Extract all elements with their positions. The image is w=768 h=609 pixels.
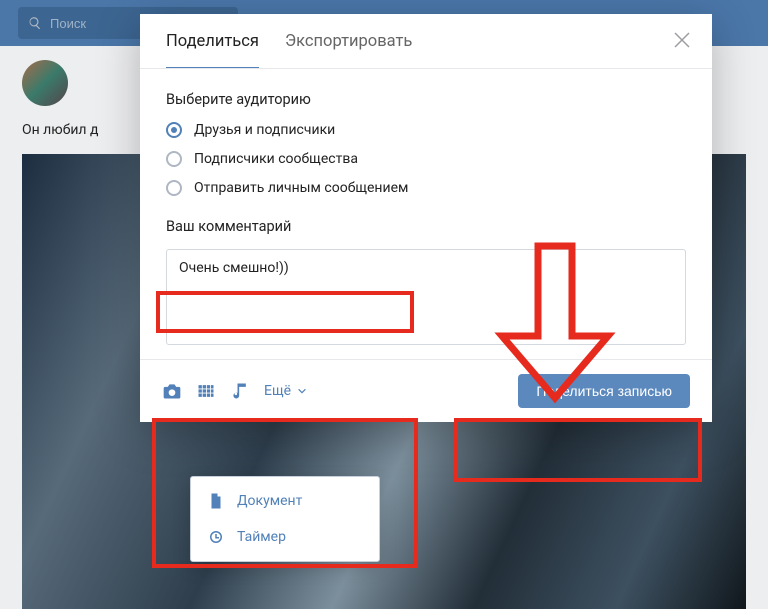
modal-header: Поделиться Экспортировать [140, 14, 712, 69]
dropdown-timer[interactable]: Таймер [191, 519, 379, 555]
tab-export[interactable]: Экспортировать [285, 32, 412, 69]
camera-icon[interactable] [162, 381, 182, 401]
dropdown-item-label: Документ [237, 493, 302, 509]
share-button[interactable]: Поделиться записью [518, 374, 690, 408]
radio-icon [166, 180, 182, 196]
attach-dropdown: Документ Таймер [190, 476, 380, 562]
chevron-down-icon [297, 386, 307, 396]
radio-friends[interactable]: Друзья и подписчики [166, 122, 686, 138]
search-icon [28, 16, 42, 30]
close-icon [674, 32, 690, 48]
radio-label: Подписчики сообщества [194, 151, 358, 167]
radio-label: Друзья и подписчики [194, 122, 335, 138]
radio-community[interactable]: Подписчики сообщества [166, 151, 686, 167]
music-icon[interactable] [230, 381, 250, 401]
dropdown-document[interactable]: Документ [191, 483, 379, 519]
comment-title: Ваш комментарий [166, 218, 686, 235]
video-icon[interactable] [196, 381, 216, 401]
attach-more[interactable]: Ещё [264, 383, 307, 399]
close-button[interactable] [674, 32, 690, 48]
radio-label: Отправить личным сообщением [194, 180, 408, 196]
attach-more-label: Ещё [264, 383, 291, 399]
document-icon [207, 492, 225, 510]
comment-textarea[interactable] [166, 249, 686, 345]
modal-footer: Ещё Поделиться записью [140, 359, 712, 422]
share-modal: Поделиться Экспортировать Выберите аудит… [140, 14, 712, 422]
radio-icon [166, 122, 182, 138]
audience-title: Выберите аудиторию [166, 91, 686, 108]
attach-row: Ещё [162, 381, 307, 401]
avatar [22, 60, 68, 106]
audience-radios: Друзья и подписчики Подписчики сообществ… [166, 122, 686, 196]
tab-share[interactable]: Поделиться [166, 32, 259, 69]
timer-icon [207, 528, 225, 546]
radio-icon [166, 151, 182, 167]
radio-private[interactable]: Отправить личным сообщением [166, 180, 686, 196]
dropdown-item-label: Таймер [237, 529, 286, 545]
